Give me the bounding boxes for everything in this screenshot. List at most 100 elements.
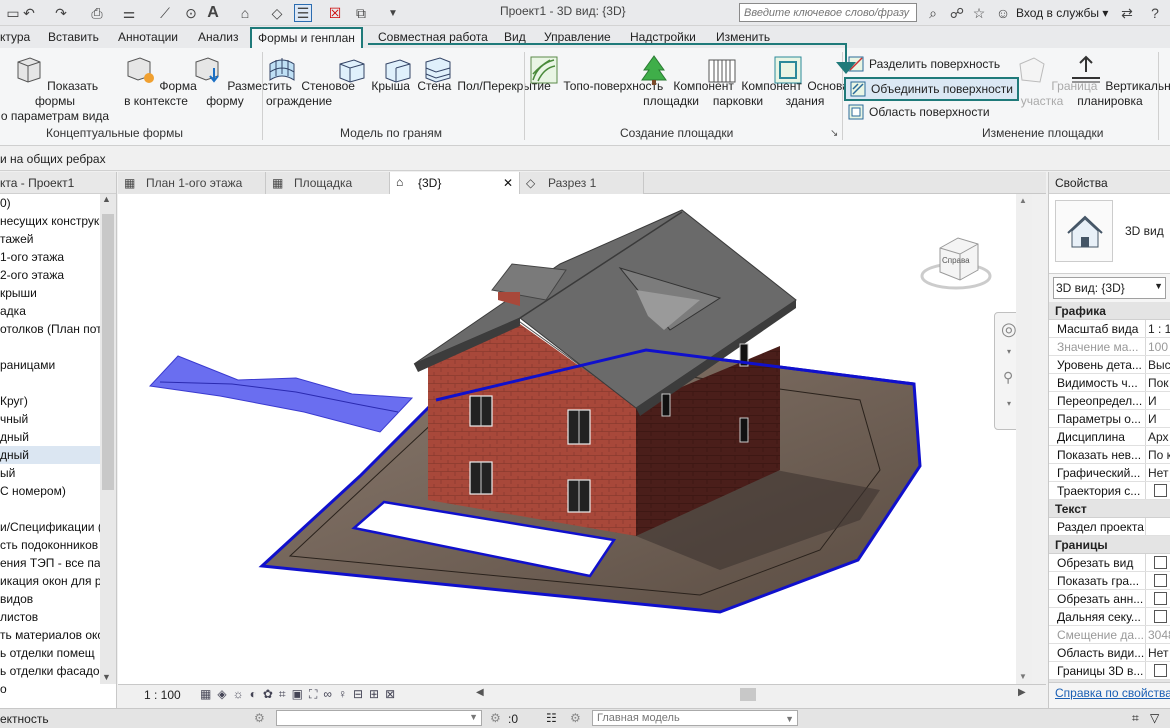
exchange-icon[interactable]: ⇄ [1118, 4, 1136, 22]
tab-massing-site[interactable]: Формы и генплан [250, 27, 363, 49]
browser-item[interactable]: дный [0, 428, 116, 446]
property-group-header[interactable]: Графика [1049, 302, 1170, 320]
browser-item[interactable]: адка [0, 302, 116, 320]
zoom-icon[interactable]: ⚲ [1003, 369, 1013, 386]
browser-item[interactable]: отолков (План пот [0, 320, 116, 338]
show-crop-icon[interactable]: ▣ [292, 687, 303, 702]
place-mass-button[interactable]: Разместить форму [192, 54, 292, 109]
thin-lines-icon[interactable]: ☰ [294, 4, 312, 22]
3d-view-canvas[interactable]: Справа ◎ ▾ ⚲ ▾ ▲ ▼ [118, 194, 1032, 684]
property-line-button[interactable]: Граница участка [1016, 54, 1097, 109]
undo-icon[interactable]: ↶ [20, 4, 38, 22]
property-row[interactable]: Траектория с... [1049, 482, 1170, 500]
tab-3d[interactable]: ⌂ {3D} ✕ [390, 172, 520, 194]
h-scroll-thumb[interactable] [740, 688, 756, 701]
render-icon[interactable]: ✿ [263, 687, 273, 702]
steering-wheel-icon[interactable]: ◎ [1001, 319, 1017, 340]
dimension-icon[interactable]: ⟋ [156, 4, 174, 22]
worksets-icon[interactable]: ⚙ [254, 711, 265, 725]
select-links-icon[interactable]: ⌗ [1132, 711, 1139, 726]
browser-item[interactable]: ения ТЭП - все пар [0, 554, 116, 572]
tag-icon[interactable]: ⊙ [182, 4, 200, 22]
scroll-down-icon[interactable]: ▼ [1019, 672, 1027, 681]
property-value[interactable] [1145, 662, 1170, 679]
browser-item[interactable]: несущих конструкц [0, 212, 116, 230]
property-row[interactable]: Показать нев... По к [1049, 446, 1170, 464]
view-scale[interactable]: 1 : 100 [144, 688, 181, 702]
property-row[interactable]: Переопредел... И [1049, 392, 1170, 410]
property-value[interactable] [1145, 554, 1170, 571]
design-options-icon[interactable]: ⚙ [570, 711, 581, 725]
binoculars-icon[interactable]: ⌕ [924, 4, 942, 22]
property-value[interactable]: 1 : 1 [1145, 320, 1170, 337]
property-row[interactable]: Смещение да...3048 [1049, 626, 1170, 644]
switch-windows-icon[interactable]: ⧉ [352, 4, 370, 22]
browser-item[interactable]: тажей [0, 230, 116, 248]
browser-item[interactable]: о [0, 680, 116, 698]
filter-icon[interactable]: ▽ [1150, 711, 1159, 725]
property-row[interactable]: Обрезать анн... [1049, 590, 1170, 608]
browser-item[interactable] [0, 338, 116, 356]
browser-item[interactable]: ь отделки фасадо [0, 662, 116, 680]
property-row[interactable]: Дальняя секу... [1049, 608, 1170, 626]
browser-item[interactable]: раницами [0, 356, 116, 374]
browser-item[interactable]: сть подоконников [0, 536, 116, 554]
lock-view-icon[interactable]: ⛶ [309, 687, 317, 702]
visual-style-icon[interactable]: ◈ [217, 687, 226, 702]
property-value[interactable] [1145, 590, 1170, 607]
chevron-down-icon[interactable]: ▾ [1007, 399, 1011, 408]
text-icon[interactable]: A [204, 4, 222, 22]
property-value[interactable]: По к [1145, 446, 1170, 463]
browser-item[interactable] [0, 374, 116, 392]
tab-insert[interactable]: Вставить [48, 30, 99, 44]
property-row[interactable]: Раздел проекта [1049, 518, 1170, 536]
browser-item[interactable]: крыши [0, 284, 116, 302]
browser-item[interactable]: дный [0, 446, 116, 464]
comm-center-icon[interactable]: ☍ [948, 4, 966, 22]
property-checkbox[interactable] [1154, 664, 1167, 677]
sun-path-icon[interactable]: ☼ [233, 687, 244, 702]
highlight-icon[interactable]: ⊠ [385, 687, 395, 702]
tab-analyze[interactable]: Анализ [198, 30, 239, 44]
browser-item[interactable]: видов [0, 590, 116, 608]
property-value[interactable]: 100 [1145, 338, 1170, 355]
browser-scrollbar[interactable]: ▲ ▼ [100, 194, 116, 684]
search-input[interactable] [739, 3, 917, 22]
property-row[interactable]: Показать гра... [1049, 572, 1170, 590]
browser-item[interactable]: листов [0, 608, 116, 626]
merge-surfaces-button[interactable]: Объединить поверхности [844, 77, 1019, 101]
login-link[interactable]: Вход в службы ▾ [1016, 6, 1108, 20]
editable-only-icon[interactable]: ⚙ [490, 711, 501, 725]
browser-item[interactable]: 0) [0, 194, 116, 212]
view-scrollbar[interactable]: ▲ ▼ [1016, 194, 1032, 684]
shadows-icon[interactable]: ◐ [250, 687, 257, 702]
3d-view-icon[interactable]: ⌂ [236, 4, 254, 22]
design-option-select[interactable]: Главная модель ▼ [592, 710, 798, 726]
property-checkbox[interactable] [1154, 592, 1167, 605]
close-hidden-icon[interactable]: ☒ [326, 4, 344, 22]
tab-architecture[interactable]: ктура [0, 30, 30, 44]
filter-icon[interactable]: ☷ [546, 711, 557, 725]
favorites-icon[interactable]: ☆ [970, 4, 988, 22]
property-group-header[interactable]: Границы [1049, 536, 1170, 554]
property-value[interactable]: Пок [1145, 374, 1170, 391]
scroll-left-icon[interactable]: ◀ [476, 687, 484, 698]
browser-item[interactable]: 1-ого этажа [0, 248, 116, 266]
browser-item[interactable]: 2-ого этажа [0, 266, 116, 284]
property-value[interactable]: Нет [1145, 644, 1170, 661]
workset-select[interactable]: ▼ [276, 710, 482, 726]
browser-item[interactable]: чный [0, 410, 116, 428]
property-row[interactable]: Уровень дета... Выс [1049, 356, 1170, 374]
analytical-icon[interactable]: ⊞ [369, 687, 379, 702]
inplace-mass-button[interactable]: Форма в контексте [124, 54, 197, 109]
crop-view-icon[interactable]: ⌗ [279, 687, 286, 702]
browser-item[interactable]: С номером) [0, 482, 116, 500]
property-group-header[interactable]: Текст [1049, 500, 1170, 518]
property-row[interactable]: Обрезать вид [1049, 554, 1170, 572]
scroll-up-icon[interactable]: ▲ [102, 194, 111, 204]
property-value[interactable]: Выс [1145, 356, 1170, 373]
browser-item[interactable]: ь отделки помещ [0, 644, 116, 662]
property-row[interactable]: Видимость ч... Пок [1049, 374, 1170, 392]
redo-icon[interactable]: ↷ [52, 4, 70, 22]
tab-annotate[interactable]: Аннотации [118, 30, 178, 44]
